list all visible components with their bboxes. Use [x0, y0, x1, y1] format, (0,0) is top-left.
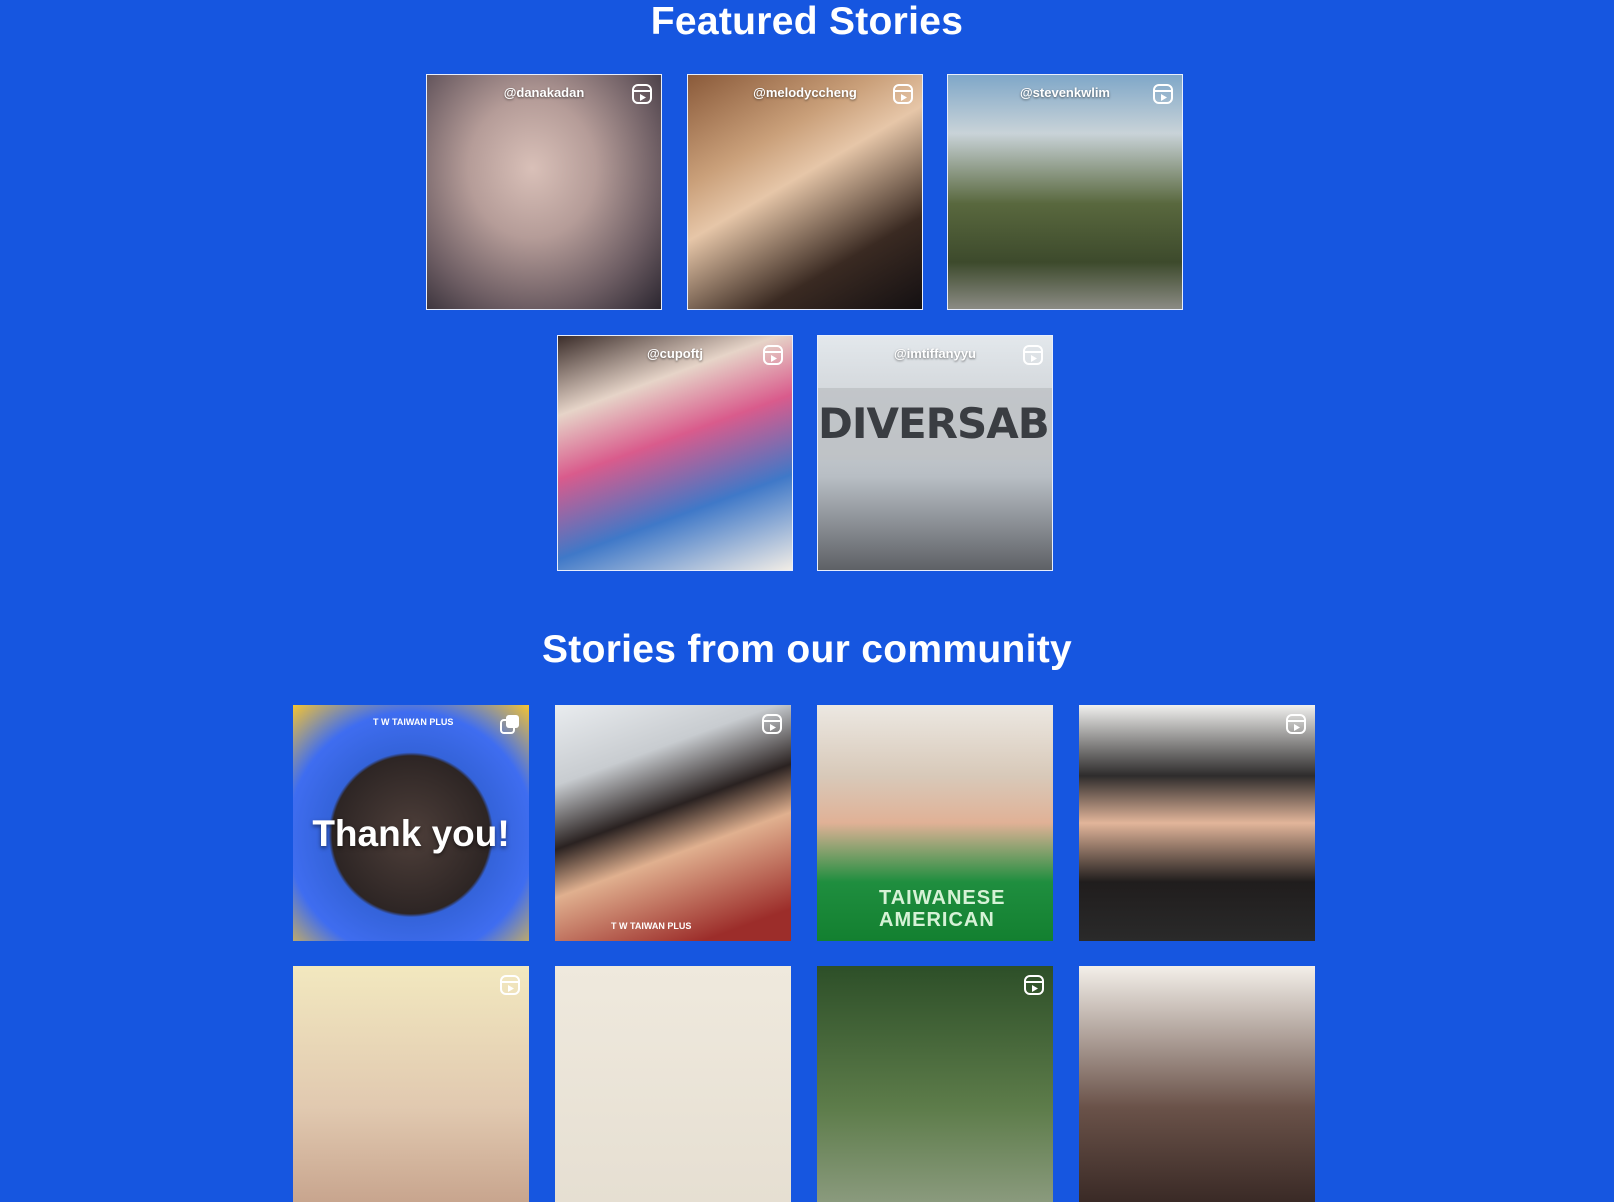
story-thumbnail [558, 336, 792, 570]
brand-logo: T W TAIWAN PLUS [611, 921, 692, 931]
story-handle: @stevenkwlim [1020, 85, 1110, 100]
reel-icon [1153, 84, 1173, 104]
community-story-tile[interactable]: T W TAIWAN PLUS Thank you! [293, 705, 529, 941]
featured-story-tile[interactable]: @cupoftj [557, 335, 793, 571]
story-handle: @melodyccheng [753, 85, 857, 100]
community-story-tile[interactable] [555, 966, 791, 1202]
copy-icon [500, 715, 519, 734]
shirt-text: TAIWANESE AMERICAN [879, 887, 1006, 931]
community-story-tile[interactable]: T W TAIWAN PLUS [555, 705, 791, 941]
reel-icon [763, 345, 783, 365]
story-thumbnail [427, 75, 661, 309]
community-story-tile[interactable] [1079, 705, 1315, 941]
reel-icon [893, 84, 913, 104]
story-handle: @cupoftj [647, 346, 703, 361]
reel-icon [632, 84, 652, 104]
story-thumbnail [688, 75, 922, 309]
community-story-tile[interactable]: TAIWANESE AMERICAN [817, 705, 1053, 941]
community-story-tile[interactable] [293, 966, 529, 1202]
brand-logo: T W TAIWAN PLUS [373, 717, 454, 727]
story-thumbnail [1079, 705, 1315, 941]
featured-story-tile[interactable]: @stevenkwlim [947, 74, 1183, 310]
story-thumbnail [555, 705, 791, 941]
reel-icon [1286, 714, 1306, 734]
story-thumbnail [948, 75, 1182, 309]
featured-story-tile[interactable]: @danakadan [426, 74, 662, 310]
story-thumbnail [555, 966, 791, 1202]
story-handle: @danakadan [503, 85, 585, 100]
story-thumbnail [817, 966, 1053, 1202]
featured-story-tile[interactable]: @melodyccheng [687, 74, 923, 310]
story-handle: @imtiffanyyu [893, 346, 977, 361]
story-thumbnail [293, 966, 529, 1202]
community-story-tile[interactable] [817, 966, 1053, 1202]
thank-you-text: Thank you! [312, 813, 510, 854]
reel-icon [762, 714, 782, 734]
community-story-tile[interactable] [1079, 966, 1315, 1202]
featured-story-tile[interactable]: DIVERSABILITY @imtiffanyyu [817, 335, 1053, 571]
sign-text: DIVERSABILITY [818, 388, 1052, 460]
story-thumbnail [1079, 966, 1315, 1202]
reel-icon [1023, 345, 1043, 365]
featured-stories-title: Featured Stories [650, 0, 964, 43]
reel-icon [1024, 975, 1044, 995]
reel-icon [500, 975, 520, 995]
community-stories-title: Stories from our community [541, 628, 1073, 671]
